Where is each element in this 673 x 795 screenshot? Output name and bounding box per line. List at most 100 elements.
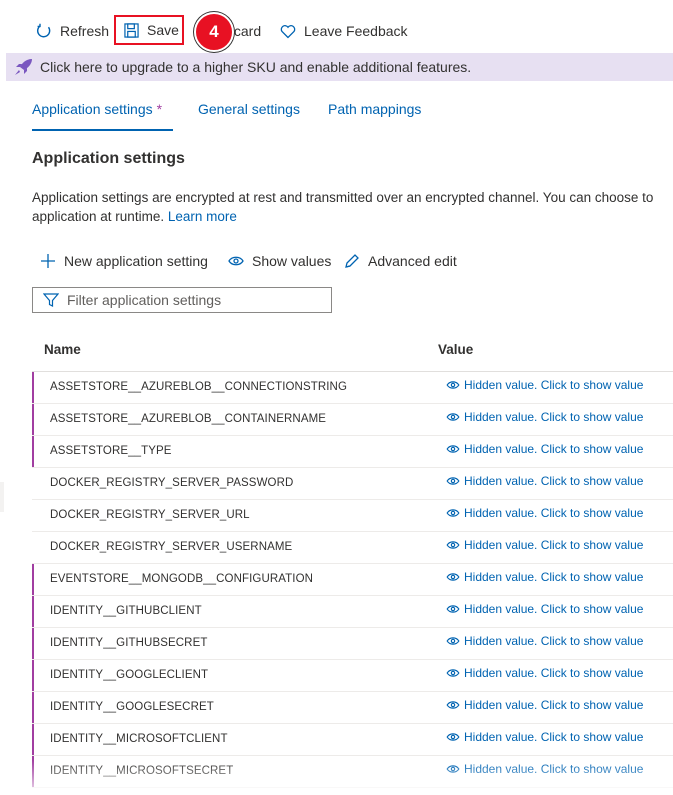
tab-application-settings[interactable]: Application settings * <box>32 101 162 117</box>
filter-settings-input[interactable]: Filter application settings <box>32 287 332 313</box>
eye-icon <box>228 256 244 266</box>
advanced-edit-button[interactable]: Advanced edit <box>344 253 457 269</box>
eye-icon <box>446 477 460 485</box>
hidden-value-text: Hidden value. Click to show value <box>464 570 644 584</box>
hidden-value-text: Hidden value. Click to show value <box>464 602 644 616</box>
show-values-button[interactable]: Show values <box>228 253 331 269</box>
leave-feedback-button[interactable]: Leave Feedback <box>280 16 408 46</box>
table-row[interactable]: IDENTITY__GOOGLECLIENT Hidden value. Clic… <box>32 660 673 692</box>
modified-row-indicator <box>32 724 34 755</box>
refresh-button[interactable]: Refresh <box>36 16 109 46</box>
modified-row-indicator <box>32 596 34 627</box>
setting-name[interactable]: ASSETSTORE__AZUREBLOB__CONTAINERNAME <box>50 413 326 425</box>
hidden-value-text: Hidden value. Click to show value <box>464 730 644 744</box>
discard-button[interactable]: .card <box>230 16 261 46</box>
hidden-value-link[interactable]: Hidden value. Click to show value <box>446 538 643 552</box>
modified-row-indicator <box>32 436 34 467</box>
new-application-setting-button[interactable]: New application setting <box>40 253 208 269</box>
hidden-value-link[interactable]: Hidden value. Click to show value <box>446 730 643 744</box>
save-label: Save <box>147 22 179 38</box>
setting-name[interactable]: IDENTITY__GOOGLECLIENT <box>50 669 208 681</box>
hidden-value-link[interactable]: Hidden value. Click to show value <box>446 666 643 680</box>
modified-row-indicator <box>32 628 34 659</box>
setting-name[interactable]: IDENTITY__MICROSOFTCLIENT <box>50 733 228 745</box>
advanced-edit-label: Advanced edit <box>368 253 457 269</box>
table-row[interactable]: IDENTITY__GITHUBSECRET Hidden value. Clic… <box>32 628 673 660</box>
show-values-label: Show values <box>252 253 332 269</box>
eye-icon <box>446 445 460 453</box>
hidden-value-text: Hidden value. Click to show value <box>464 666 644 680</box>
eye-icon <box>446 605 460 613</box>
column-header-value[interactable]: Value <box>438 342 473 357</box>
setting-name[interactable]: IDENTITY__GITHUBSECRET <box>50 637 207 649</box>
description-line-2-text: application at runtime. <box>32 209 165 224</box>
table-row[interactable]: ASSETSTORE__AZUREBLOB__CONNECTIONSTRING H… <box>32 372 673 404</box>
table-row[interactable]: DOCKER_REGISTRY_SERVER_USERNAME Hidden va… <box>32 532 673 564</box>
active-tab-underline <box>32 129 173 131</box>
filter-placeholder: Filter application settings <box>67 292 222 308</box>
setting-name[interactable]: IDENTITY__MICROSOFTSECRET <box>50 765 233 777</box>
hidden-value-link[interactable]: Hidden value. Click to show value <box>446 570 643 584</box>
hidden-value-text: Hidden value. Click to show value <box>464 506 644 520</box>
setting-name[interactable]: DOCKER_REGISTRY_SERVER_USERNAME <box>50 541 292 553</box>
tab-general-settings[interactable]: General settings <box>198 101 300 117</box>
setting-name[interactable]: ASSETSTORE__AZUREBLOB__CONNECTIONSTRING <box>50 381 347 393</box>
eye-icon <box>446 381 460 389</box>
table-row[interactable]: ASSETSTORE__AZUREBLOB__CONTAINERNAME Hidd… <box>32 404 673 436</box>
table-row[interactable]: EVENTSTORE__MONGODB__CONFIGURATION Hidden… <box>32 564 673 596</box>
settings-table-body: ASSETSTORE__AZUREBLOB__CONNECTIONSTRING H… <box>32 372 673 788</box>
discard-label: .card <box>230 23 262 39</box>
eye-icon <box>446 541 460 549</box>
modified-row-indicator <box>32 756 34 787</box>
pencil-icon <box>345 254 359 268</box>
column-header-name[interactable]: Name <box>44 342 81 357</box>
hidden-value-text: Hidden value. Click to show value <box>464 378 644 392</box>
eye-icon <box>446 413 460 421</box>
hidden-value-link[interactable]: Hidden value. Click to show value <box>446 698 643 712</box>
upgrade-banner-text: Click here to upgrade to a higher SKU an… <box>40 59 472 75</box>
eye-icon <box>446 573 460 581</box>
hidden-value-text: Hidden value. Click to show value <box>464 442 644 456</box>
table-row[interactable]: IDENTITY__GOOGLESECRET Hidden value. Clic… <box>32 692 673 724</box>
table-row[interactable]: IDENTITY__MICROSOFTCLIENT Hidden value. C… <box>32 724 673 756</box>
hidden-value-text: Hidden value. Click to show value <box>464 538 644 552</box>
hidden-value-link[interactable]: Hidden value. Click to show value <box>446 602 643 616</box>
table-row[interactable]: IDENTITY__GITHUBCLIENT Hidden value. Clic… <box>32 596 673 628</box>
filter-icon <box>43 293 59 307</box>
eye-icon <box>446 509 460 517</box>
hidden-value-link[interactable]: Hidden value. Click to show value <box>446 442 643 456</box>
setting-name[interactable]: DOCKER_REGISTRY_SERVER_URL <box>50 509 250 521</box>
leave-feedback-label: Leave Feedback <box>304 23 408 39</box>
save-button[interactable]: Save <box>114 15 184 45</box>
hidden-value-text: Hidden value. Click to show value <box>464 474 644 488</box>
setting-name[interactable]: IDENTITY__GITHUBCLIENT <box>50 605 202 617</box>
setting-name[interactable]: ASSETSTORE__TYPE <box>50 445 172 457</box>
modified-row-indicator <box>32 404 34 435</box>
hidden-value-link[interactable]: Hidden value. Click to show value <box>446 378 643 392</box>
modified-row-indicator <box>32 372 34 403</box>
new-application-setting-label: New application setting <box>64 253 208 269</box>
description-line-2: application at runtime. Learn more <box>32 207 673 226</box>
setting-name[interactable]: IDENTITY__GOOGLESECRET <box>50 701 214 713</box>
hidden-value-link[interactable]: Hidden value. Click to show value <box>446 762 643 776</box>
table-row[interactable]: DOCKER_REGISTRY_SERVER_PASSWORD Hidden va… <box>32 468 673 500</box>
upgrade-banner[interactable]: Click here to upgrade to a higher SKU an… <box>6 53 673 81</box>
table-row[interactable]: DOCKER_REGISTRY_SERVER_URL Hidden value. … <box>32 500 673 532</box>
hidden-value-link[interactable]: Hidden value. Click to show value <box>446 506 643 520</box>
plus-icon <box>41 254 55 268</box>
hidden-value-link[interactable]: Hidden value. Click to show value <box>446 634 643 648</box>
setting-name[interactable]: DOCKER_REGISTRY_SERVER_PASSWORD <box>50 477 293 489</box>
tab-path-mappings[interactable]: Path mappings <box>328 101 421 117</box>
heart-icon <box>280 24 296 38</box>
command-toolbar: Refresh Save .card 4 Leave Feedback <box>0 0 673 52</box>
hidden-value-link[interactable]: Hidden value. Click to show value <box>446 474 643 488</box>
modified-row-indicator <box>32 564 34 595</box>
table-row[interactable]: ASSETSTORE__TYPE Hidden value. Click to s… <box>32 436 673 468</box>
refresh-icon <box>36 23 51 38</box>
setting-name[interactable]: EVENTSTORE__MONGODB__CONFIGURATION <box>50 573 313 585</box>
table-row[interactable]: IDENTITY__MICROSOFTSECRET Hidden value. C… <box>32 756 673 788</box>
scroll-edge <box>0 482 4 512</box>
hidden-value-text: Hidden value. Click to show value <box>464 698 644 712</box>
learn-more-link[interactable]: Learn more <box>168 209 237 224</box>
hidden-value-link[interactable]: Hidden value. Click to show value <box>446 410 643 424</box>
